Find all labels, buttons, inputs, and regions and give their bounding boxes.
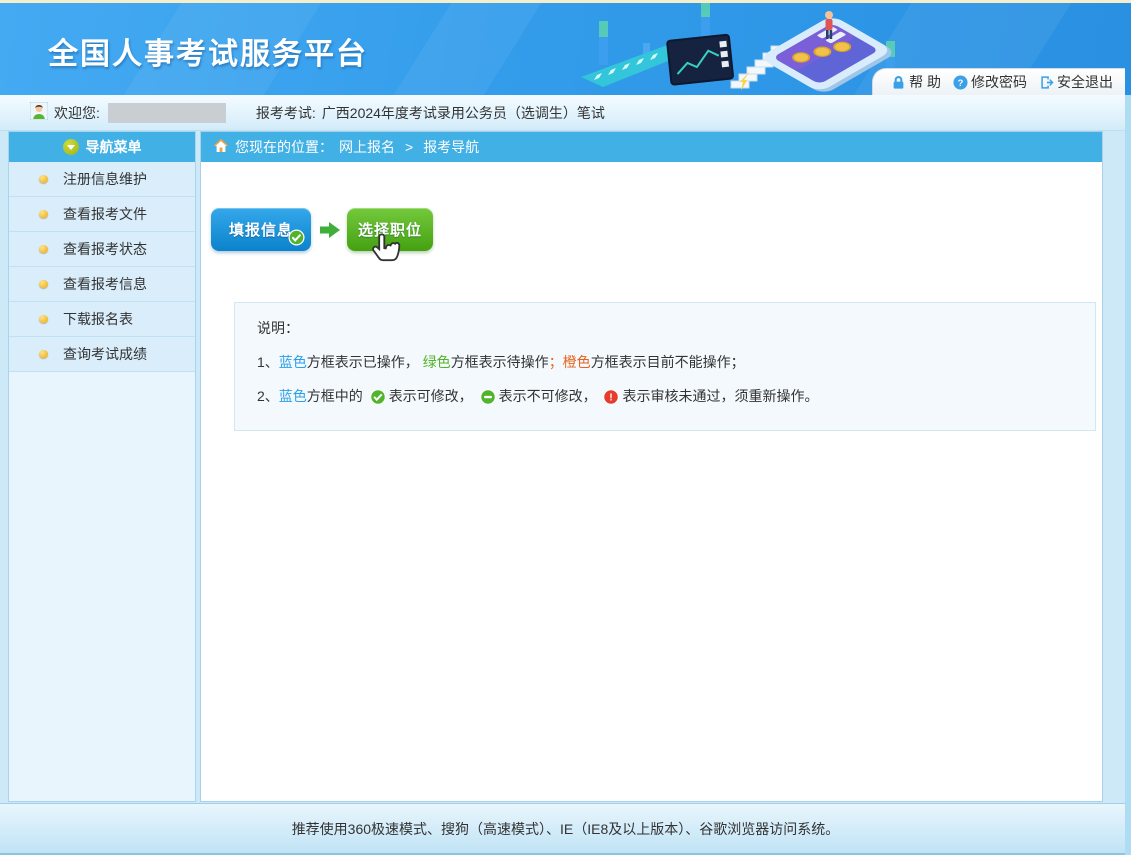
help-link[interactable]: 帮 助 <box>891 72 941 92</box>
login-bar: 帮 助 ? 修改密码 安全退出 <box>872 68 1125 95</box>
breadcrumb-prefix: 您现在的位置： <box>235 137 333 157</box>
notice-blue-word: 蓝色 <box>279 388 307 404</box>
right-edge-strip <box>1125 95 1131 855</box>
notice-line1-text1: 方框表示已操作， <box>307 354 423 370</box>
fill-info-label: 填报信息 <box>229 219 293 240</box>
site-header: 全国人事考试服务平台 <box>0 3 1131 95</box>
bullet-icon <box>39 315 48 323</box>
svg-text:?: ? <box>958 77 964 87</box>
sidebar-item-label: 查询考试成绩 <box>63 344 147 364</box>
change-password-label: 修改密码 <box>971 72 1027 92</box>
footer-text: 推荐使用360极速模式、搜狗（高速模式）、IE（IE8及以上版本）、谷歌浏览器访… <box>292 819 840 839</box>
notice-line-2: 2、蓝色方框中的 表示可修改， 表示不可修改， ! 表示审核未通过，须重新操作。 <box>257 386 1075 410</box>
exam-name: 广西2024年度考试录用公务员（选调生）笔试 <box>322 103 605 123</box>
notice-line2-text2: 表示可修改， <box>389 388 477 404</box>
notice-line-1: 1、蓝色方框表示已操作， 绿色方框表示待操作；橙色方框表示目前不能操作； <box>257 352 1075 372</box>
notice-line2-text1: 方框中的 <box>307 388 367 404</box>
sidebar-item-label: 查看报考状态 <box>63 239 147 259</box>
breadcrumb-section: 网上报名 <box>339 137 395 157</box>
exclamation-icon: ! <box>603 389 619 410</box>
header-illustration <box>581 3 911 95</box>
avatar-icon <box>30 102 48 123</box>
sidebar-item-label: 查看报考文件 <box>63 204 147 224</box>
svg-text:!: ! <box>610 393 613 404</box>
breadcrumb-current: 报考导航 <box>423 137 479 157</box>
site-title: 全国人事考试服务平台 <box>48 29 368 73</box>
notice-line2-num: 2、 <box>257 388 279 404</box>
content-area: 导航菜单 注册信息维护 查看报考文件 查看报考状态 查看报考信息 下载报名表 <box>0 131 1131 802</box>
logout-label: 安全退出 <box>1057 72 1113 92</box>
sidebar-item-register-info[interactable]: 注册信息维护 <box>9 162 195 197</box>
fill-info-button[interactable]: 填报信息 <box>211 208 311 251</box>
breadcrumb-separator: > <box>405 139 413 155</box>
notice-line2-text4: 表示审核未通过，须重新操作。 <box>622 388 818 404</box>
hand-cursor-icon <box>369 232 403 277</box>
notice-line2-text3: 表示不可修改， <box>499 388 601 404</box>
notice-orange-word: ；橙色 <box>549 354 591 370</box>
sidebar-item-view-exam-status[interactable]: 查看报考状态 <box>9 232 195 267</box>
help-label: 帮 助 <box>909 72 941 92</box>
sidebar-header: 导航菜单 <box>9 132 195 162</box>
sidebar-title: 导航菜单 <box>86 137 142 157</box>
notice-line1-num: 1、 <box>257 354 279 370</box>
sidebar-item-label: 查看报考信息 <box>63 274 147 294</box>
notice-green-word: 绿色 <box>423 354 451 370</box>
notice-line1-text3: 方框表示目前不能操作； <box>591 354 745 370</box>
notice-line1-text2: 方框表示待操作 <box>451 354 549 370</box>
sidebar-item-download-form[interactable]: 下载报名表 <box>9 302 195 337</box>
notice-box: 说明： 1、蓝色方框表示已操作， 绿色方框表示待操作；橙色方框表示目前不能操作；… <box>234 302 1096 431</box>
username-redacted <box>108 103 226 123</box>
chevron-down-icon <box>63 139 79 155</box>
sidebar-nav-list: 注册信息维护 查看报考文件 查看报考状态 查看报考信息 下载报名表 查询考试成绩 <box>9 162 195 372</box>
exam-label: 报考考试: <box>256 103 316 123</box>
sidebar-item-query-scores[interactable]: 查询考试成绩 <box>9 337 195 372</box>
bullet-icon <box>39 210 48 218</box>
sidebar-item-view-exam-info[interactable]: 查看报考信息 <box>9 267 195 302</box>
question-icon: ? <box>953 75 968 90</box>
bullet-icon <box>39 245 48 253</box>
breadcrumb: 您现在的位置： 网上报名 > 报考导航 <box>201 132 1102 162</box>
welcome-greeting: 欢迎您: <box>54 103 100 123</box>
page-footer: 推荐使用360极速模式、搜狗（高速模式）、IE（IE8及以上版本）、谷歌浏览器访… <box>0 803 1131 855</box>
sidebar-item-view-exam-files[interactable]: 查看报考文件 <box>9 197 195 232</box>
bullet-icon <box>39 175 48 183</box>
home-icon <box>213 138 229 156</box>
notice-blue-word: 蓝色 <box>279 354 307 370</box>
sidebar-item-label: 下载报名表 <box>63 309 133 329</box>
minus-icon <box>480 389 496 410</box>
header-streak <box>383 3 548 95</box>
bullet-icon <box>39 350 48 358</box>
notice-title: 说明： <box>257 318 1075 338</box>
step-flow: 填报信息 选择职位 <box>211 208 1102 272</box>
check-icon <box>370 389 386 410</box>
exit-icon <box>1039 75 1054 90</box>
welcome-bar: 欢迎您: 报考考试: 广西2024年度考试录用公务员（选调生）笔试 <box>0 95 1125 131</box>
lock-icon <box>891 75 906 90</box>
sidebar: 导航菜单 注册信息维护 查看报考文件 查看报考状态 查看报考信息 下载报名表 <box>8 131 196 802</box>
logout-link[interactable]: 安全退出 <box>1039 72 1113 92</box>
sidebar-item-label: 注册信息维护 <box>63 169 147 189</box>
arrow-right-icon <box>320 221 340 244</box>
check-icon <box>288 229 305 250</box>
change-password-link[interactable]: ? 修改密码 <box>953 72 1027 92</box>
bullet-icon <box>39 280 48 288</box>
main-panel: 您现在的位置： 网上报名 > 报考导航 填报信息 选择职位 <box>200 131 1103 802</box>
